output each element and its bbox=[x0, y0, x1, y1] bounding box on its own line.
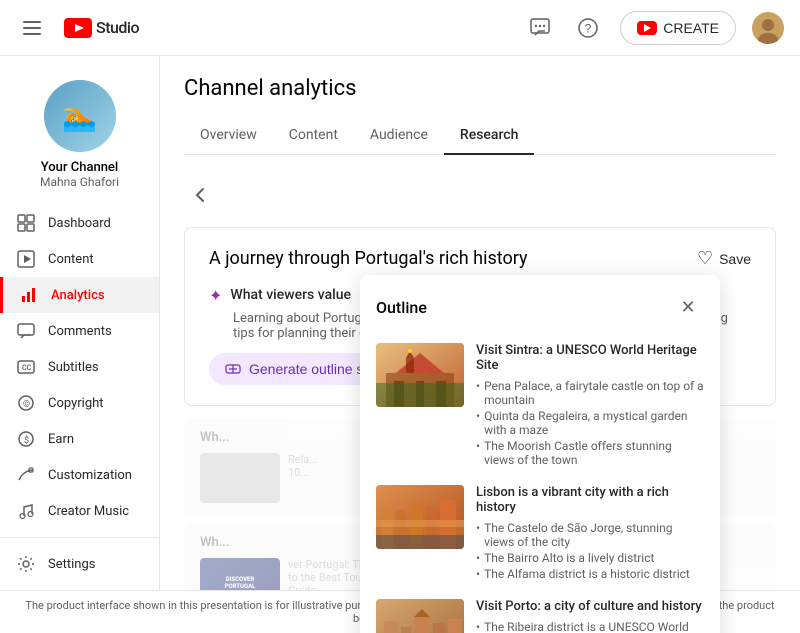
channel-info: 🏊 Your Channel Mahna Ghafori bbox=[0, 64, 159, 205]
sidebar-item-subtitles[interactable]: CC Subtitles bbox=[0, 349, 159, 385]
outline-bullet-1-2: • The Alfama district is a historic dist… bbox=[476, 567, 704, 581]
sidebar-item-analytics[interactable]: Analytics bbox=[0, 277, 159, 313]
outline-item-content-1: Lisbon is a vibrant city with a rich his… bbox=[476, 485, 704, 583]
content-label: Content bbox=[48, 252, 94, 267]
page-title: Channel analytics bbox=[184, 76, 776, 101]
settings-label: Settings bbox=[48, 557, 95, 572]
channel-name: Your Channel bbox=[41, 160, 118, 175]
analytics-tabs: Overview Content Audience Research bbox=[184, 117, 776, 155]
creator-music-label: Creator Music bbox=[48, 504, 129, 519]
earn-icon: $ bbox=[16, 429, 36, 449]
subtitles-label: Subtitles bbox=[48, 360, 99, 375]
save-button[interactable]: ♡ Save bbox=[697, 248, 751, 269]
copyright-icon: © bbox=[16, 393, 36, 413]
outline-item-title-1: Lisbon is a vibrant city with a rich his… bbox=[476, 485, 704, 515]
outline-dialog: Outline ✕ bbox=[360, 275, 720, 633]
chat-icon-btn[interactable] bbox=[524, 12, 556, 44]
header: Studio ? CREATE bbox=[0, 0, 800, 56]
user-avatar[interactable] bbox=[752, 12, 784, 44]
studio-label: Studio bbox=[96, 18, 139, 37]
tab-content[interactable]: Content bbox=[273, 117, 354, 155]
outline-thumb-2 bbox=[376, 599, 464, 633]
main-layout: 🏊 Your Channel Mahna Ghafori Dashboard bbox=[0, 0, 800, 633]
outline-item-content-2: Visit Porto: a city of culture and histo… bbox=[476, 599, 704, 633]
outline-item-2: Visit Porto: a city of culture and histo… bbox=[360, 591, 720, 633]
sidebar: 🏊 Your Channel Mahna Ghafori Dashboard bbox=[0, 56, 160, 633]
sidebar-item-creator-music[interactable]: Creator Music bbox=[0, 493, 159, 529]
outline-item-1: Lisbon is a vibrant city with a rich his… bbox=[360, 477, 720, 591]
heart-icon: ♡ bbox=[697, 248, 713, 269]
header-right: ? CREATE bbox=[524, 11, 784, 45]
sidebar-item-customization[interactable]: Customization bbox=[0, 457, 159, 493]
outline-header: Outline ✕ bbox=[360, 275, 720, 335]
customization-label: Customization bbox=[48, 468, 132, 483]
create-button[interactable]: CREATE bbox=[620, 11, 736, 45]
main-content: Channel analytics Overview Content Audie… bbox=[160, 56, 800, 633]
outline-bullet-0-1: • Quinta da Regaleira, a mystical garden… bbox=[476, 409, 704, 437]
content-icon bbox=[16, 249, 36, 269]
sidebar-item-comments[interactable]: Comments bbox=[0, 313, 159, 349]
customization-icon bbox=[16, 465, 36, 485]
outline-close-button[interactable]: ✕ bbox=[672, 291, 704, 323]
outline-thumb-0 bbox=[376, 343, 464, 407]
tab-overview[interactable]: Overview bbox=[184, 117, 273, 155]
copyright-label: Copyright bbox=[48, 396, 104, 411]
back-button[interactable] bbox=[184, 179, 216, 211]
svg-text:?: ? bbox=[585, 21, 592, 35]
outline-title: Outline bbox=[376, 298, 427, 317]
research-content: A journey through Portugal's rich histor… bbox=[160, 155, 800, 633]
outline-item-title-2: Visit Porto: a city of culture and histo… bbox=[476, 599, 704, 614]
comments-icon bbox=[16, 321, 36, 341]
creator-music-icon bbox=[16, 501, 36, 521]
tab-research[interactable]: Research bbox=[444, 117, 534, 155]
settings-icon bbox=[16, 554, 36, 574]
dashboard-icon bbox=[16, 213, 36, 233]
comments-label: Comments bbox=[48, 324, 112, 339]
create-label: CREATE bbox=[663, 20, 719, 36]
sidebar-item-settings[interactable]: Settings bbox=[0, 546, 159, 582]
dashboard-label: Dashboard bbox=[48, 216, 111, 231]
sidebar-item-content[interactable]: Content bbox=[0, 241, 159, 277]
sidebar-item-earn[interactable]: $ Earn bbox=[0, 421, 159, 457]
outline-item-0: Visit Sintra: a UNESCO World Heritage Si… bbox=[360, 335, 720, 477]
help-icon-btn[interactable]: ? bbox=[572, 12, 604, 44]
analytics-icon bbox=[19, 285, 39, 305]
outline-item-content-0: Visit Sintra: a UNESCO World Heritage Si… bbox=[476, 343, 704, 469]
header-left: Studio bbox=[16, 12, 139, 44]
hamburger-menu[interactable] bbox=[16, 12, 48, 44]
outline-bullet-0-0: • Pena Palace, a fairytale castle on top… bbox=[476, 379, 704, 407]
outline-bullet-1-0: • The Castelo de São Jorge, stunning vie… bbox=[476, 521, 704, 549]
svg-text:©: © bbox=[23, 400, 30, 410]
viewers-value-title: What viewers value bbox=[230, 287, 351, 303]
outline-bullet-1-1: • The Bairro Alto is a lively district bbox=[476, 551, 704, 565]
analytics-label: Analytics bbox=[51, 288, 105, 303]
svg-text:$: $ bbox=[24, 435, 29, 446]
sidebar-item-copyright[interactable]: © Copyright bbox=[0, 385, 159, 421]
sidebar-item-dashboard[interactable]: Dashboard bbox=[0, 205, 159, 241]
channel-avatar-img: 🏊 bbox=[44, 80, 116, 152]
topic-title: A journey through Portugal's rich histor… bbox=[209, 248, 751, 269]
outline-item-title-0: Visit Sintra: a UNESCO World Heritage Si… bbox=[476, 343, 704, 373]
outline-bullet-2-0: • The Ribeira district is a UNESCO World… bbox=[476, 620, 704, 633]
sidebar-divider bbox=[0, 537, 159, 538]
create-video-icon bbox=[637, 21, 657, 35]
svg-text:CC: CC bbox=[22, 364, 32, 372]
save-label: Save bbox=[719, 251, 751, 267]
earn-label: Earn bbox=[48, 432, 74, 447]
outline-thumb-1 bbox=[376, 485, 464, 549]
channel-subname: Mahna Ghafori bbox=[40, 175, 119, 189]
main-header: Channel analytics Overview Content Audie… bbox=[160, 56, 800, 155]
youtube-studio-logo: Studio bbox=[64, 18, 139, 38]
tab-audience[interactable]: Audience bbox=[354, 117, 444, 155]
subtitles-icon: CC bbox=[16, 357, 36, 377]
channel-avatar[interactable]: 🏊 bbox=[44, 80, 116, 152]
outline-bullet-0-2: • The Moorish Castle offers stunning vie… bbox=[476, 439, 704, 467]
sparkle-icon: ✦ bbox=[209, 286, 222, 305]
